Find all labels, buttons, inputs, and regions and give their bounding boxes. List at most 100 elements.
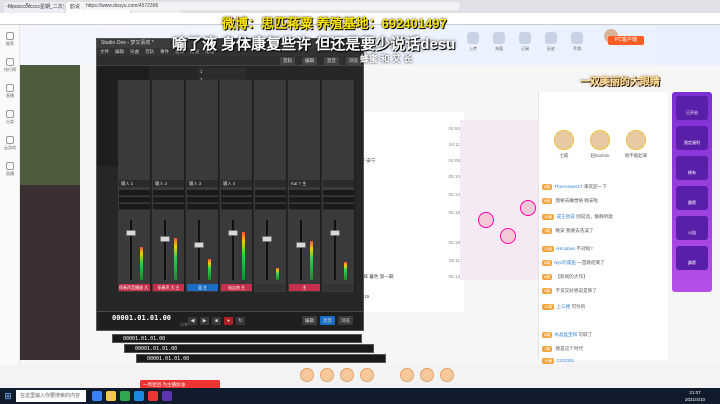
insert-slot[interactable] [221, 190, 252, 196]
header-recharge[interactable]: 充值 [488, 30, 510, 58]
promo-card[interactable]: 霹雳 [676, 246, 708, 270]
fader-knob[interactable] [296, 242, 306, 248]
app-icon[interactable] [162, 391, 172, 401]
channel-input-label[interactable]: Kai 7 主 [289, 180, 320, 187]
footer-mix-button[interactable]: 混音 [320, 316, 335, 325]
insert-slot[interactable] [187, 197, 218, 203]
header-history[interactable]: 历史 [540, 30, 562, 58]
channel-name[interactable] [255, 284, 286, 291]
insert-slot[interactable] [119, 190, 150, 196]
insert-slot[interactable] [255, 190, 286, 196]
channel-input-label[interactable]: 输入 2 [153, 180, 184, 187]
forward-icon[interactable]: → [14, 2, 22, 10]
url-field[interactable]: https://www.douyu.com/4572396 [80, 2, 460, 10]
insert-slot[interactable] [221, 197, 252, 203]
menu-item[interactable]: 编辑 [115, 49, 124, 54]
preset-row[interactable]: 1 [198, 68, 246, 75]
insert-slot[interactable] [187, 190, 218, 196]
menu-item[interactable]: 乐曲 [130, 49, 139, 54]
video-thumbnail[interactable] [20, 185, 80, 360]
menu-item[interactable]: 音轨 [145, 49, 154, 54]
chat-user[interactable]: Nyc的咸鱼 [554, 260, 576, 265]
channel-name[interactable]: 主 [289, 284, 320, 291]
promo-card[interactable]: 稀有 [676, 156, 708, 180]
edge-icon[interactable] [134, 391, 144, 401]
channel-input-label[interactable]: 输入 1 [119, 180, 150, 187]
chat-message[interactable]: 10级 成王败寇 别说话，静静听歌 [542, 212, 666, 222]
video-thumbnail[interactable] [20, 65, 80, 185]
menu-item[interactable]: 事件 [160, 49, 169, 54]
tab-tracks[interactable]: 音轨 [280, 57, 295, 65]
tab-browse[interactable]: 浏览 [346, 57, 361, 65]
chat-message[interactable]: 7级 我是这个时代 [542, 344, 666, 354]
stage-avatar[interactable] [500, 228, 516, 244]
chat-message[interactable]: 8级 TheAnswer17 来欢迎一下 [542, 182, 666, 192]
sidebar-item[interactable]: 直播 [2, 160, 18, 182]
chat-user[interactable]: CCC001 [556, 358, 574, 363]
channel-input-label[interactable] [255, 180, 286, 187]
promo-card[interactable]: 限定福利 [676, 126, 708, 150]
menu-item[interactable]: 文件 [100, 49, 109, 54]
chat-message[interactable]: 9级 我要去睡觉咯 晚安啦 [542, 196, 666, 206]
insert-slot[interactable] [187, 204, 218, 210]
promo-card[interactable]: 已开启 [676, 96, 708, 120]
insert-slot[interactable] [153, 204, 184, 210]
chat-message[interactable]: 9级 不说又好想说是够了 [542, 286, 666, 296]
insert-slot[interactable] [289, 190, 320, 196]
loop-button[interactable]: ↻ [236, 317, 245, 325]
promo-card[interactable]: 霹雳 [676, 186, 708, 210]
play-button[interactable]: ▶ [200, 317, 209, 325]
rank-avatar[interactable] [590, 130, 610, 150]
chat-message[interactable]: 8级 水晶盒宝和 可取了 [542, 330, 666, 340]
sidebar-item[interactable]: 分类 [2, 108, 18, 130]
insert-slot[interactable] [255, 204, 286, 210]
chat-message[interactable]: 10级 CCC001 [542, 356, 666, 366]
browser-tab[interactable]: Mpcccccccccc星期_二次元篇 [4, 2, 64, 13]
reload-icon[interactable]: ↻ [24, 2, 32, 10]
rank-avatar[interactable] [554, 130, 574, 150]
stage-avatar[interactable] [520, 200, 536, 216]
app-icon[interactable] [148, 391, 158, 401]
rewind-button[interactable]: ◀ [188, 317, 197, 325]
sidebar-item[interactable]: 直播 [2, 82, 18, 104]
pc-client-button[interactable]: PC客户端 [608, 36, 644, 45]
fader-knob[interactable] [194, 242, 204, 248]
insert-slot[interactable] [323, 204, 354, 210]
tab-mix[interactable]: 混音 [324, 57, 339, 65]
rank-avatar[interactable] [626, 130, 646, 150]
chrome-icon[interactable] [120, 391, 130, 401]
insert-slot[interactable] [221, 204, 252, 210]
insert-slot[interactable] [119, 197, 150, 203]
channel-name[interactable]: 伴奏声 大 主 [153, 284, 184, 291]
taskview-icon[interactable] [92, 391, 102, 401]
insert-slot[interactable] [289, 204, 320, 210]
channel-name[interactable]: 电吉他 主 [221, 284, 252, 291]
channel-input-label[interactable] [323, 180, 354, 187]
channel-name[interactable]: 伴奏声音播放 大 主 [119, 284, 150, 291]
insert-slot[interactable] [323, 197, 354, 203]
chat-user[interactable]: 上三楼 [556, 304, 570, 309]
sidebar-item[interactable]: 推荐 [2, 30, 18, 52]
chat-user[interactable]: TheAnswer17 [554, 184, 582, 189]
chat-message[interactable]: 12级 上三楼 可怜的 [542, 302, 666, 312]
windows-start-icon[interactable]: ⊞ [2, 390, 14, 402]
insert-slot[interactable] [323, 190, 354, 196]
fader-knob[interactable] [160, 236, 170, 242]
header-mobile[interactable]: 手游 [566, 30, 588, 58]
channel-name[interactable]: 混 主 [187, 284, 218, 291]
fader-knob[interactable] [126, 230, 136, 236]
insert-slot[interactable] [119, 204, 150, 210]
insert-slot[interactable] [289, 197, 320, 203]
insert-slot[interactable] [153, 190, 184, 196]
channel-name[interactable] [323, 284, 354, 291]
promo-card[interactable]: 火焰 [676, 216, 708, 240]
channel-input-label[interactable]: 输入 4 [221, 180, 252, 187]
back-icon[interactable]: ← [4, 2, 12, 10]
insert-slot[interactable] [153, 197, 184, 203]
insert-slot[interactable] [255, 197, 286, 203]
fader-knob[interactable] [228, 230, 238, 236]
chat-message[interactable]: 8级 Nyc的咸鱼 一首歌结束了 [542, 258, 666, 268]
chat-message[interactable]: 11级 HKcaban 不对呢? [542, 244, 666, 254]
chat-message[interactable]: 6级 【影视的大作】 [542, 272, 666, 282]
sidebar-item[interactable]: 排行榜 [2, 56, 18, 78]
